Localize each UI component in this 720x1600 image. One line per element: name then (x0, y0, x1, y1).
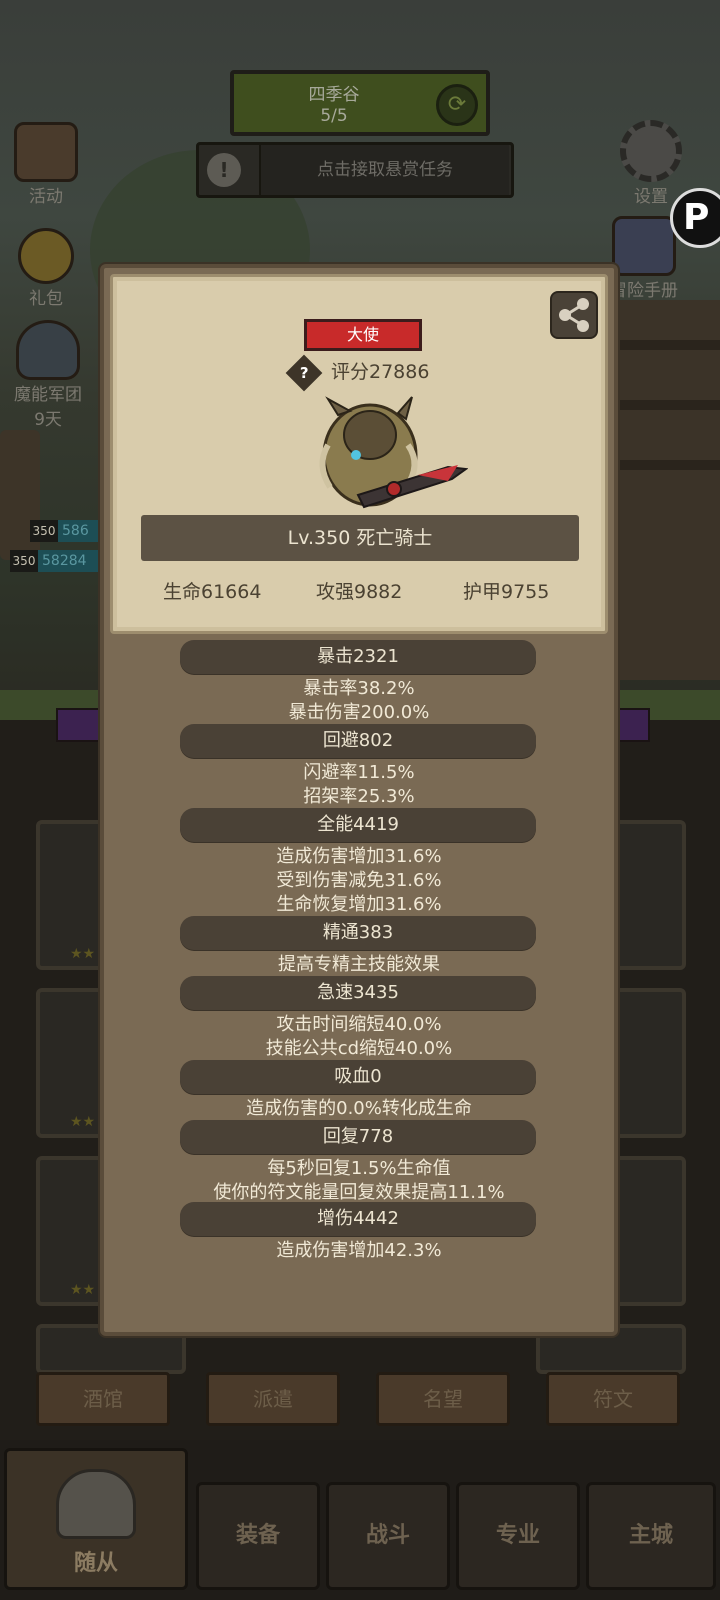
stat-section-lifesteal: 吸血0 (180, 1060, 536, 1094)
legion-icon (16, 320, 80, 380)
share-button[interactable] (550, 291, 598, 339)
unit-level: 350 (10, 550, 38, 572)
tab-rune[interactable]: 符文 (546, 1372, 680, 1426)
gift-pack-button[interactable]: 礼包 (18, 228, 74, 309)
stat-line: 闪避率11.5% (303, 762, 415, 783)
stat-line: 造成伤害的0.0%转化成生命 (246, 1098, 472, 1119)
bottom-nav: 随从 装备 战斗 专业 主城 (0, 1440, 720, 1600)
stat-attack-power: 攻强9882 (316, 581, 403, 603)
unit-hp-row: 350 58284 (10, 550, 108, 572)
gift-coin-icon (18, 228, 74, 284)
share-icon (559, 298, 589, 332)
star-icon: ★★ (70, 1282, 96, 1298)
book-icon (612, 216, 676, 276)
nav-equipment[interactable]: 装备 (196, 1482, 320, 1590)
hero-card: 大使 ? 评分27886 Lv.350 死亡骑士 生命61664 攻强9882 护… (110, 274, 608, 634)
tab-fame[interactable]: 名望 (376, 1372, 510, 1426)
hero-detail-modal: 大使 ? 评分27886 Lv.350 死亡骑士 生命61664 攻强9882 护… (100, 264, 618, 1336)
legion-days: 9天 (34, 410, 62, 430)
settings-button[interactable]: 设置 (620, 120, 682, 207)
zone-name: 四季谷 (308, 85, 360, 105)
gear-icon (620, 120, 682, 182)
refresh-icon[interactable]: ⟳ (436, 84, 478, 126)
bounty-text: 点击接取悬赏任务 (259, 145, 509, 195)
stat-line: 提高专精主技能效果 (278, 954, 440, 975)
adventure-book-button[interactable]: 冒险手册 (610, 216, 678, 301)
score-text: 评分27886 (331, 361, 430, 383)
energy-bar-left (56, 708, 101, 742)
stat-section-crit: 暴击2321 (180, 640, 536, 674)
stat-line: 生命恢复增加31.6% (276, 894, 442, 915)
roster-tab-row: 酒馆 派遣 名望 符文 (0, 1372, 720, 1428)
legion-button[interactable]: 魔能军团 9天 (14, 320, 82, 430)
legion-label: 魔能军团 (14, 385, 82, 405)
stat-line: 招架率25.3% (303, 786, 415, 807)
exclamation-icon: ! (207, 153, 241, 187)
stat-line: 暴击伤害200.0% (288, 702, 430, 723)
helmet-icon (56, 1469, 136, 1539)
activity-button[interactable]: 活动 (14, 122, 78, 207)
stat-line: 使你的符文能量回复效果提高11.1% (213, 1182, 505, 1203)
stat-armor: 护甲9755 (463, 581, 550, 603)
unit-level: 350 (30, 520, 58, 542)
stat-section-damage-bonus: 增伤4442 (180, 1202, 536, 1236)
calendar-icon (14, 122, 78, 182)
score-row: ? 评分27886 (285, 354, 430, 391)
tab-dispatch[interactable]: 派遣 (206, 1372, 340, 1426)
stat-line: 受到伤害减免31.6% (276, 870, 442, 891)
zone-quest-panel[interactable]: 四季谷 5/5 ⟳ (230, 70, 490, 136)
stat-line: 攻击时间缩短40.0% (276, 1014, 442, 1035)
stat-line: 暴击率38.2% (303, 678, 415, 699)
unit-hp: 58284 (38, 550, 108, 572)
stat-section-mastery: 精通383 (180, 916, 536, 950)
gift-pack-label: 礼包 (29, 289, 63, 309)
stat-section-regen: 回复778 (180, 1120, 536, 1154)
building-background (600, 300, 720, 680)
stat-line: 技能公共cd缩短40.0% (265, 1038, 453, 1059)
star-icon: ★★ (70, 946, 96, 962)
stat-health: 生命61664 (163, 581, 262, 603)
activity-label: 活动 (29, 187, 63, 207)
tab-tavern[interactable]: 酒馆 (36, 1372, 170, 1426)
star-icon: ★★ (70, 1114, 96, 1130)
help-icon[interactable]: ? (285, 354, 323, 391)
bounty-task-bar[interactable]: ! 点击接取悬赏任务 (196, 142, 514, 198)
nav-followers[interactable]: 随从 (4, 1448, 188, 1590)
adventure-book-label: 冒险手册 (610, 281, 678, 301)
zone-progress: 5/5 (320, 106, 348, 126)
nav-main-city[interactable]: 主城 (586, 1482, 716, 1590)
death-knight-portrait (319, 396, 468, 509)
rank-badge: 大使 (304, 319, 422, 351)
stat-line: 造成伤害增加42.3% (276, 1240, 442, 1261)
stat-section-haste: 急速3435 (180, 976, 536, 1010)
nav-battle[interactable]: 战斗 (326, 1482, 450, 1590)
stat-line: 造成伤害增加31.6% (276, 846, 442, 867)
stat-line: 每5秒回复1.5%生命值 (267, 1158, 451, 1179)
nav-followers-label: 随从 (73, 1551, 118, 1576)
hero-name-bar: Lv.350 死亡骑士 (141, 515, 579, 561)
nav-profession[interactable]: 专业 (456, 1482, 580, 1590)
stat-section-avoidance: 回避802 (180, 724, 536, 758)
stat-section-versatility: 全能4419 (180, 808, 536, 842)
